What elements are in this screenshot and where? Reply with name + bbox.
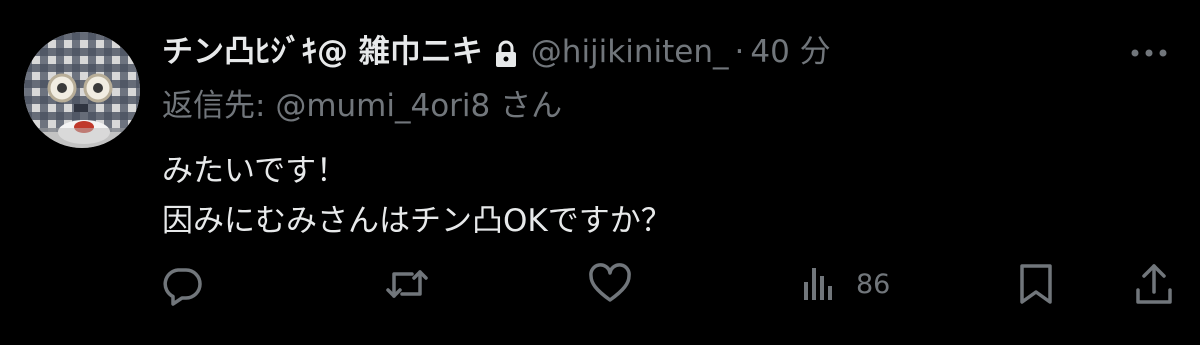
reply-icon bbox=[163, 268, 202, 306]
share-icon bbox=[1136, 264, 1172, 304]
reply-suffix: さん bbox=[500, 88, 563, 124]
separator-dot: · bbox=[734, 34, 745, 70]
tweet-text-line: 因みにむみさんはチン凸OKですか？ bbox=[162, 203, 672, 239]
bookmark-icon bbox=[1020, 264, 1052, 304]
like-icon bbox=[589, 263, 631, 302]
reply-to-line: 返信先: @mumi_4ori8 さん bbox=[162, 84, 562, 128]
reply-button[interactable] bbox=[160, 262, 204, 306]
user-handle[interactable]: @hijikiniten_ bbox=[531, 30, 729, 74]
action-bar: 86 bbox=[160, 262, 1176, 306]
display-name[interactable]: チン凸ﾋｼﾞｷ@ 雑巾ニキ bbox=[162, 30, 483, 74]
retweet-icon bbox=[386, 270, 428, 298]
tweet-text: みたいです！ 因みにむみさんはチン凸OKですか？ bbox=[162, 146, 672, 246]
views-icon bbox=[804, 268, 832, 300]
lock-icon bbox=[493, 37, 519, 67]
views-button[interactable]: 86 bbox=[800, 262, 890, 306]
reply-mention[interactable]: @mumi_4ori8 bbox=[275, 88, 490, 124]
more-button[interactable] bbox=[1126, 38, 1172, 68]
like-button[interactable] bbox=[588, 262, 632, 306]
retweet-button[interactable] bbox=[384, 262, 430, 306]
tweet-header: チン凸ﾋｼﾞｷ@ 雑巾ニキ @hijikiniten_ · 40 分 bbox=[162, 30, 831, 74]
more-icon bbox=[1131, 49, 1167, 57]
share-button[interactable] bbox=[1132, 262, 1176, 306]
bookmark-button[interactable] bbox=[1016, 262, 1056, 306]
reply-prefix: 返信先: bbox=[162, 88, 266, 124]
views-count: 86 bbox=[856, 268, 891, 300]
tweet-text-line: みたいです！ bbox=[162, 153, 348, 189]
timestamp[interactable]: 40 分 bbox=[750, 30, 830, 74]
avatar[interactable] bbox=[24, 32, 140, 148]
